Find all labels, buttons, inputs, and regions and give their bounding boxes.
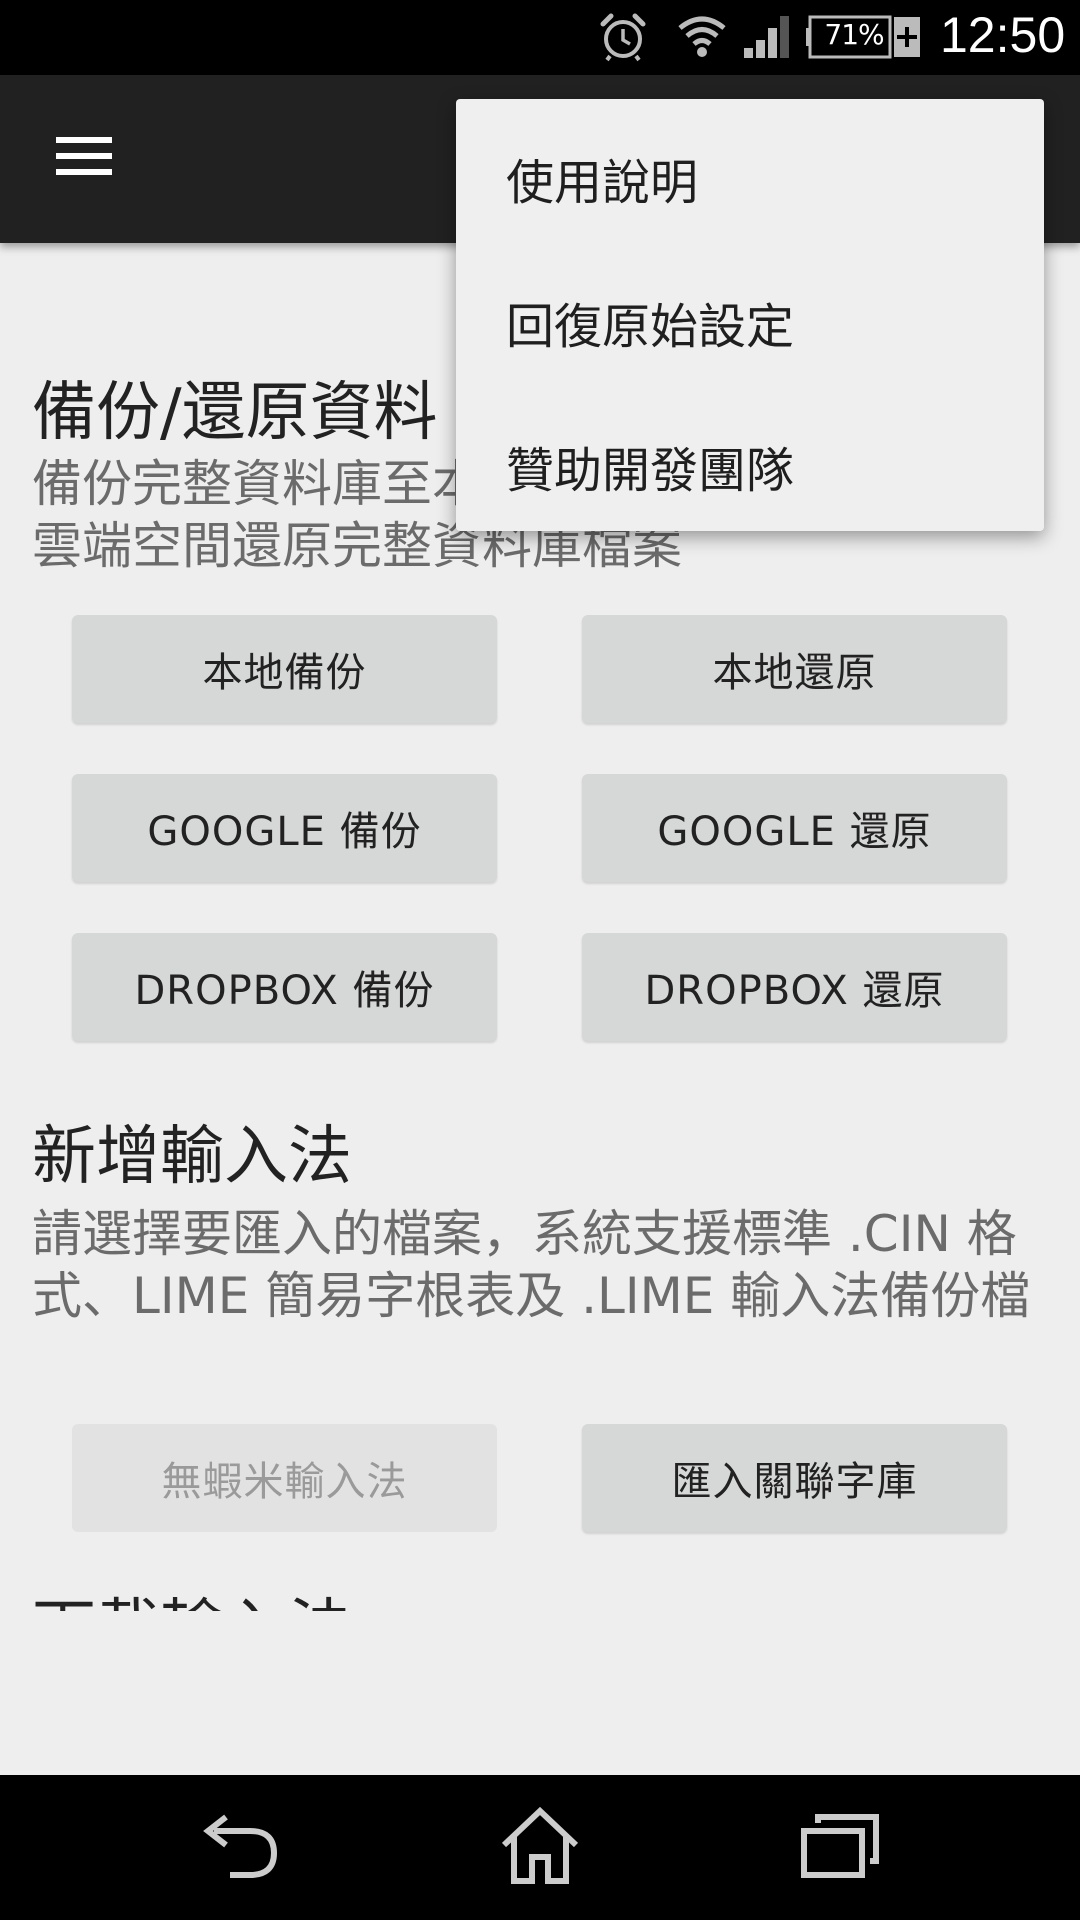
menu-item-reset-settings[interactable]: 回復原始設定 [506, 287, 794, 357]
hamburger-menu-icon[interactable] [36, 115, 132, 197]
download-section-title: 下載輸入法 [32, 1578, 352, 1611]
recents-icon[interactable] [800, 1811, 880, 1881]
import-related-phrases-button[interactable]: 匯入關聯字庫 [582, 1424, 1007, 1532]
local-restore-button[interactable]: 本地還原 [582, 615, 1007, 723]
add-ime-section-description: 請選擇要匯入的檔案，系統支援標準 .CIN 格式、LIME 簡易字根表及 .LI… [32, 1205, 1031, 1325]
battery-level: 71% [824, 18, 884, 51]
navigation-bar [0, 1775, 1080, 1920]
clock: 12:50 [940, 7, 1066, 63]
menu-item-sponsor[interactable]: 贊助開發團隊 [506, 431, 794, 501]
google-backup-button[interactable]: GOOGLE 備份 [72, 774, 497, 882]
overflow-menu: 使用說明 回復原始設定 贊助開發團隊 [456, 99, 1044, 531]
home-icon[interactable] [498, 1805, 582, 1887]
status-bar: 71% 12:50 [0, 0, 1080, 75]
back-icon[interactable] [200, 1813, 282, 1883]
dropbox-restore-button[interactable]: DROPBOX 還原 [582, 933, 1007, 1041]
boshiamy-ime-button: 無蝦米輸入法 [72, 1424, 497, 1532]
dropbox-backup-button[interactable]: DROPBOX 備份 [72, 933, 497, 1041]
local-backup-button[interactable]: 本地備份 [72, 615, 497, 723]
menu-item-help[interactable]: 使用說明 [506, 143, 698, 213]
signal-icon [744, 16, 789, 58]
backup-section-title: 備份/還原資料 [32, 376, 438, 450]
google-restore-button[interactable]: GOOGLE 還原 [582, 774, 1007, 882]
wifi-icon [678, 16, 726, 57]
download-section-title-clip: 下載輸入法 [0, 1578, 1080, 1611]
add-ime-section-title: 新增輸入法 [32, 1120, 352, 1194]
alarm-icon [600, 13, 646, 62]
